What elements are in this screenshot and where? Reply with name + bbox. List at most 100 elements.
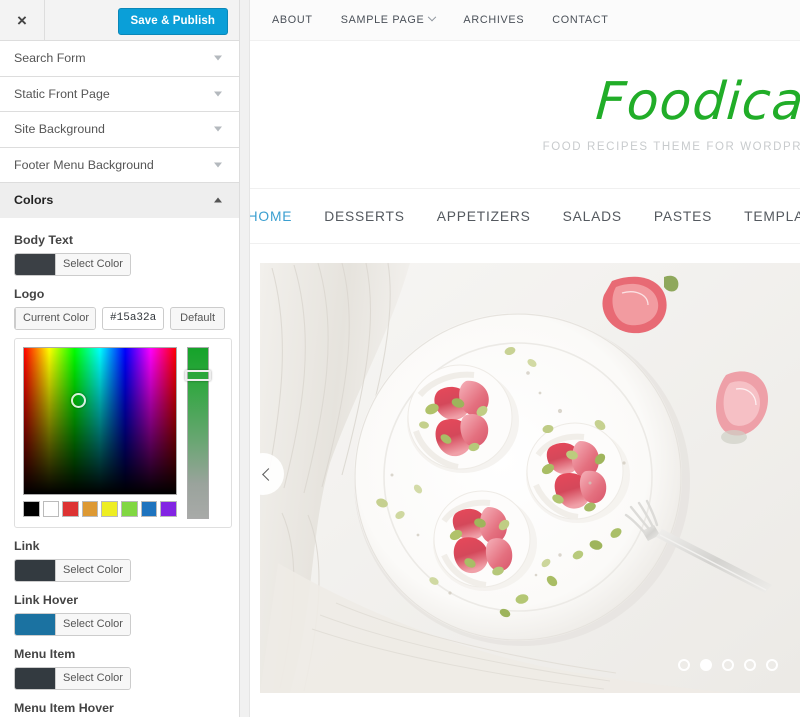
color-picker-link-hover: Select Color [14, 612, 225, 636]
color-control-menu-item-hover: Menu Item Hover Select Color [14, 701, 225, 717]
control-label: Menu Item [14, 646, 76, 661]
chevron-down-icon [214, 91, 222, 97]
secondary-navigation: ABOUT SAMPLE PAGE ARCHIVES CONTACT [250, 0, 800, 41]
preset-swatch-blue[interactable] [140, 500, 158, 518]
top-nav-item-sample-page[interactable]: SAMPLE PAGE [341, 12, 437, 26]
site-branding: Foodica FOOD RECIPES THEME FOR WORDPRESS [250, 41, 800, 188]
colors-controls: Body Text Select Color Logo Current Colo… [0, 217, 239, 717]
nav-item-pastes[interactable]: PASTES [654, 209, 712, 224]
select-color-button[interactable]: Select Color [14, 612, 131, 636]
section-header-search-form[interactable]: Search Form [0, 41, 239, 76]
close-icon[interactable]: × [0, 0, 45, 40]
color-control-logo: Logo Current Color Default [14, 286, 232, 528]
carousel-pagination [678, 659, 778, 671]
select-color-label: Select Color [55, 613, 130, 635]
preset-swatch-white[interactable] [42, 500, 60, 518]
carousel-dot-2[interactable] [700, 659, 712, 671]
preset-swatches [23, 500, 177, 518]
customizer-sidebar: × Save & Publish Search Form Static Fron… [0, 0, 240, 717]
control-label: Menu Item Hover [14, 700, 114, 715]
section-header-colors[interactable]: Colors [0, 183, 239, 218]
color-control-link-hover: Link Hover Select Color [14, 593, 225, 636]
control-label: Logo [14, 286, 45, 301]
nav-item-home[interactable]: HOME [250, 209, 292, 224]
section-static-front-page: Static Front Page [0, 76, 239, 112]
section-label: Search Form [14, 51, 86, 66]
preset-swatch-purple[interactable] [160, 500, 177, 518]
section-label: Static Front Page [14, 86, 110, 101]
nav-label: ABOUT [272, 14, 313, 26]
iris-color-picker [14, 337, 232, 528]
nav-label: ARCHIVES [463, 14, 525, 26]
control-label: Body Text [14, 232, 73, 247]
carousel-dot-5[interactable] [766, 659, 778, 671]
section-label: Site Background [14, 122, 105, 137]
select-color-label: Select Color [55, 667, 130, 689]
hero-image [260, 263, 800, 693]
section-colors: Colors Body Text Select Color Logo Curre… [0, 183, 239, 717]
select-color-button[interactable]: Select Color [14, 666, 131, 690]
carousel-dot-3[interactable] [722, 659, 734, 671]
preset-swatch-orange[interactable] [81, 500, 99, 518]
preset-swatch-black[interactable] [23, 500, 40, 518]
chevron-down-icon [214, 162, 222, 168]
chevron-up-icon [214, 197, 222, 203]
color-control-menu-item: Menu Item Select Color [14, 647, 225, 690]
select-color-label: Select Color [55, 253, 130, 275]
chevron-down-icon [214, 126, 222, 132]
color-control-body-text: Body Text Select Color [14, 233, 225, 276]
save-and-publish-button[interactable]: Save & Publish [117, 8, 228, 35]
nav-item-templates[interactable]: TEMPLATES [744, 209, 800, 224]
top-nav-item-contact[interactable]: CONTACT [552, 14, 608, 26]
customizer-scrollbar[interactable] [240, 0, 250, 717]
color-picker-logo: Current Color Default [14, 306, 225, 330]
section-label: Footer Menu Background [14, 157, 154, 172]
chevron-left-icon [262, 467, 275, 481]
iris-picker-left [23, 346, 177, 519]
hero-slider [260, 263, 800, 693]
carousel-dot-4[interactable] [744, 659, 756, 671]
nav-item-appetizers[interactable]: APPETIZERS [437, 209, 531, 224]
color-picker-link: Select Color [14, 558, 225, 582]
picker-cursor-icon[interactable] [71, 392, 86, 408]
site-preview: ABOUT SAMPLE PAGE ARCHIVES CONTACT Foodi… [250, 0, 800, 717]
customizer-screen: × Save & Publish Search Form Static Fron… [0, 0, 800, 717]
top-nav-item-about[interactable]: ABOUT [272, 14, 313, 26]
section-header-footer-menu-background[interactable]: Footer Menu Background [0, 147, 239, 182]
carousel-dot-1[interactable] [678, 659, 690, 671]
default-color-button[interactable]: Default [170, 306, 225, 330]
primary-navigation: HOME DESSERTS APPETIZERS SALADS PASTES T… [250, 188, 800, 244]
section-label: Colors [14, 193, 54, 208]
top-nav-item-archives[interactable]: ARCHIVES [463, 14, 524, 26]
section-header-site-background[interactable]: Site Background [0, 112, 239, 147]
preset-swatch-red[interactable] [62, 500, 79, 518]
nav-label: CONTACT [552, 14, 609, 26]
hue-slider-handle[interactable] [185, 369, 211, 381]
control-label: Link Hover [14, 592, 79, 607]
nav-item-desserts[interactable]: DESSERTS [324, 209, 405, 224]
section-site-background: Site Background [0, 112, 239, 148]
chevron-down-icon [214, 55, 222, 61]
hex-color-input[interactable] [102, 306, 165, 330]
control-label: Link [14, 538, 40, 553]
preset-swatch-green[interactable] [120, 500, 138, 518]
current-color-button[interactable]: Current Color [14, 306, 97, 330]
section-footer-menu-background: Footer Menu Background [0, 147, 239, 183]
site-logo[interactable]: Foodica [593, 72, 800, 132]
color-swatch [15, 559, 55, 581]
color-control-link: Link Select Color [14, 539, 225, 582]
section-search-form: Search Form [0, 41, 239, 77]
saturation-value-area[interactable] [23, 346, 177, 495]
color-picker-menu-item: Select Color [14, 666, 225, 690]
section-header-static-front-page[interactable]: Static Front Page [0, 76, 239, 111]
customizer-sections: Search Form Static Front Page Site Backg… [0, 41, 239, 717]
hue-slider[interactable] [185, 346, 211, 519]
select-color-button[interactable]: Select Color [14, 252, 131, 276]
preset-swatch-yellow[interactable] [101, 500, 118, 518]
chevron-down-icon [428, 12, 437, 22]
color-picker-body-text: Select Color [14, 252, 225, 276]
color-swatch [15, 253, 55, 275]
select-color-button[interactable]: Select Color [14, 558, 131, 582]
nav-item-salads[interactable]: SALADS [563, 209, 622, 224]
customizer-header: × Save & Publish [0, 0, 239, 41]
